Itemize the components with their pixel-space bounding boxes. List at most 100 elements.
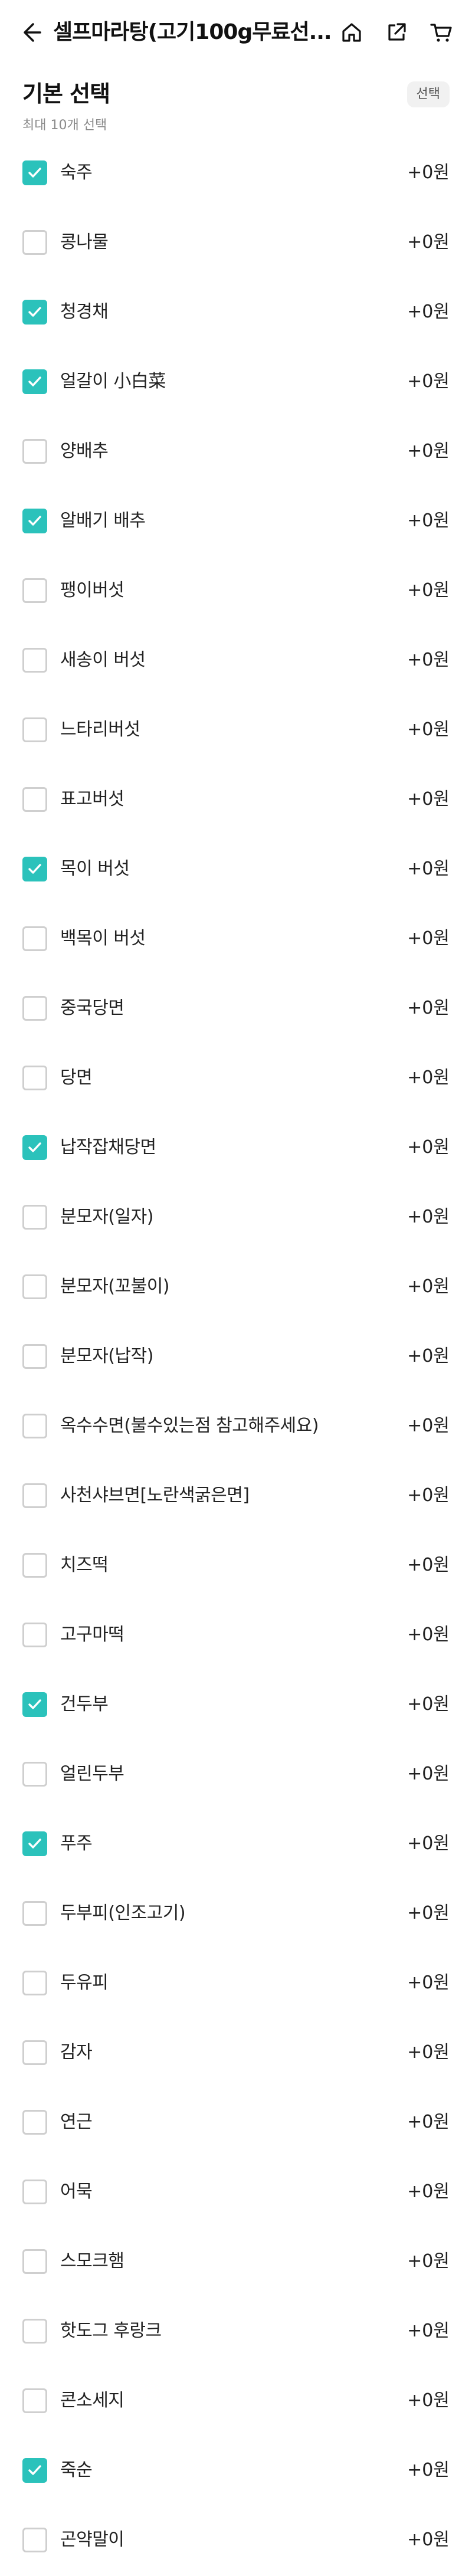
option-row[interactable]: 콘소세지 +0원 [0, 2366, 472, 2436]
option-list: 숙주 +0원 콩나물 +0원 청경채 +0원 얼갈이 小白菜 +0원 양배추 +0원 알배기 배추 +… [0, 138, 472, 2575]
option-row[interactable]: 스모크햄 +0원 [0, 2227, 472, 2296]
top-bar: 셀프마라탕(고기100g무료선... [0, 0, 472, 65]
option-checkbox[interactable] [22, 1066, 47, 1090]
option-label: 분모자(일자) [60, 1207, 153, 1227]
option-price: +0원 [407, 1833, 450, 1854]
option-row[interactable]: 느타리버섯 +0원 [0, 695, 472, 765]
option-checkbox[interactable] [22, 857, 47, 881]
option-checkbox[interactable] [22, 439, 47, 464]
option-checkbox[interactable] [22, 2110, 47, 2135]
option-checkbox[interactable] [22, 160, 47, 185]
option-price: +0원 [407, 1624, 450, 1645]
required-badge: 선택 [407, 81, 450, 107]
option-row[interactable]: 죽순 +0원 [0, 2436, 472, 2505]
option-checkbox[interactable] [22, 787, 47, 812]
option-row[interactable]: 얼갈이 小白菜 +0원 [0, 347, 472, 417]
option-price: +0원 [407, 719, 450, 740]
option-row[interactable]: 분모자(납작) +0원 [0, 1322, 472, 1391]
option-checkbox[interactable] [22, 2180, 47, 2204]
option-checkbox[interactable] [22, 1901, 47, 1926]
option-row[interactable]: 두유피 +0원 [0, 1948, 472, 2018]
option-checkbox[interactable] [22, 509, 47, 533]
option-row[interactable]: 목이 버섯 +0원 [0, 834, 472, 904]
option-price: +0원 [407, 1694, 450, 1715]
option-row[interactable]: 치즈떡 +0원 [0, 1530, 472, 1600]
option-price: +0원 [407, 650, 450, 670]
share-icon[interactable] [380, 16, 413, 49]
option-label: 얼린두부 [60, 1764, 124, 1784]
option-checkbox[interactable] [22, 369, 47, 394]
option-label: 당면 [60, 1067, 93, 1088]
option-label: 목이 버섯 [60, 858, 130, 879]
page-title: 셀프마라탕(고기100g무료선... [53, 20, 332, 44]
option-checkbox[interactable] [22, 2458, 47, 2483]
option-price: +0원 [407, 441, 450, 461]
option-row[interactable]: 표고버섯 +0원 [0, 765, 472, 834]
option-row[interactable]: 옥수수면(불수있는점 참고해주세요) +0원 [0, 1391, 472, 1461]
option-row[interactable]: 양배추 +0원 [0, 417, 472, 486]
option-label: 분모자(꼬불이) [60, 1276, 170, 1297]
option-row[interactable]: 팽이버섯 +0원 [0, 556, 472, 625]
option-row[interactable]: 알배기 배추 +0원 [0, 486, 472, 556]
option-checkbox[interactable] [22, 578, 47, 603]
option-price: +0원 [407, 1972, 450, 1993]
option-checkbox[interactable] [22, 230, 47, 255]
option-label: 옥수수면(불수있는점 참고해주세요) [60, 1415, 319, 1436]
home-icon[interactable] [335, 16, 368, 49]
option-checkbox[interactable] [22, 1971, 47, 1995]
option-row[interactable]: 백목이 버섯 +0원 [0, 904, 472, 974]
option-row[interactable]: 분모자(일자) +0원 [0, 1182, 472, 1252]
option-checkbox[interactable] [22, 1483, 47, 1508]
option-label: 표고버섯 [60, 789, 124, 809]
check-icon [28, 376, 41, 386]
option-row[interactable]: 고구마떡 +0원 [0, 1600, 472, 1670]
check-icon [28, 2465, 41, 2475]
option-row[interactable]: 푸주 +0원 [0, 1809, 472, 1879]
option-row[interactable]: 분모자(꼬불이) +0원 [0, 1252, 472, 1322]
option-checkbox[interactable] [22, 1344, 47, 1369]
option-checkbox[interactable] [22, 2528, 47, 2552]
option-row[interactable]: 납작잡채당면 +0원 [0, 1113, 472, 1182]
option-row[interactable]: 두부피(인조고기) +0원 [0, 1879, 472, 1948]
option-row[interactable]: 사천샤브면[노란색굵은면] +0원 [0, 1461, 472, 1530]
option-row[interactable]: 콩나물 +0원 [0, 208, 472, 277]
option-row[interactable]: 건두부 +0원 [0, 1670, 472, 1739]
option-checkbox[interactable] [22, 2040, 47, 2065]
option-row[interactable]: 당면 +0원 [0, 1043, 472, 1113]
option-row[interactable]: 숙주 +0원 [0, 138, 472, 208]
option-checkbox[interactable] [22, 1135, 47, 1160]
option-checkbox[interactable] [22, 1414, 47, 1438]
option-row[interactable]: 곤약말이 +0원 [0, 2505, 472, 2575]
option-checkbox[interactable] [22, 1553, 47, 1578]
option-row[interactable]: 핫도그 후랑크 +0원 [0, 2296, 472, 2366]
option-row[interactable]: 어묵 +0원 [0, 2157, 472, 2227]
option-label: 숙주 [60, 162, 93, 183]
option-checkbox[interactable] [22, 2319, 47, 2344]
option-checkbox[interactable] [22, 1762, 47, 1787]
option-checkbox[interactable] [22, 1831, 47, 1856]
option-row[interactable]: 중국당면 +0원 [0, 974, 472, 1043]
option-group-header: 기본 선택 최대 10개 선택 선택 [0, 65, 472, 138]
option-checkbox[interactable] [22, 300, 47, 325]
option-checkbox[interactable] [22, 1205, 47, 1230]
option-checkbox[interactable] [22, 717, 47, 742]
option-checkbox[interactable] [22, 648, 47, 673]
cart-icon[interactable] [425, 16, 458, 49]
option-checkbox[interactable] [22, 1623, 47, 1647]
option-checkbox[interactable] [22, 1274, 47, 1299]
option-label: 사천샤브면[노란색굵은면] [60, 1485, 250, 1506]
back-arrow-icon[interactable] [14, 16, 47, 49]
option-row[interactable]: 감자 +0원 [0, 2018, 472, 2087]
option-checkbox[interactable] [22, 2249, 47, 2274]
option-checkbox[interactable] [22, 2388, 47, 2413]
option-row[interactable]: 연근 +0원 [0, 2087, 472, 2157]
option-label: 콘소세지 [60, 2390, 124, 2411]
option-label: 납작잡채당면 [60, 1137, 156, 1158]
option-row[interactable]: 청경채 +0원 [0, 277, 472, 347]
option-checkbox[interactable] [22, 1692, 47, 1717]
option-checkbox[interactable] [22, 926, 47, 951]
option-row[interactable]: 새송이 버섯 +0원 [0, 625, 472, 695]
option-row[interactable]: 얼린두부 +0원 [0, 1739, 472, 1809]
option-checkbox[interactable] [22, 996, 47, 1021]
option-price: +0원 [407, 301, 450, 322]
